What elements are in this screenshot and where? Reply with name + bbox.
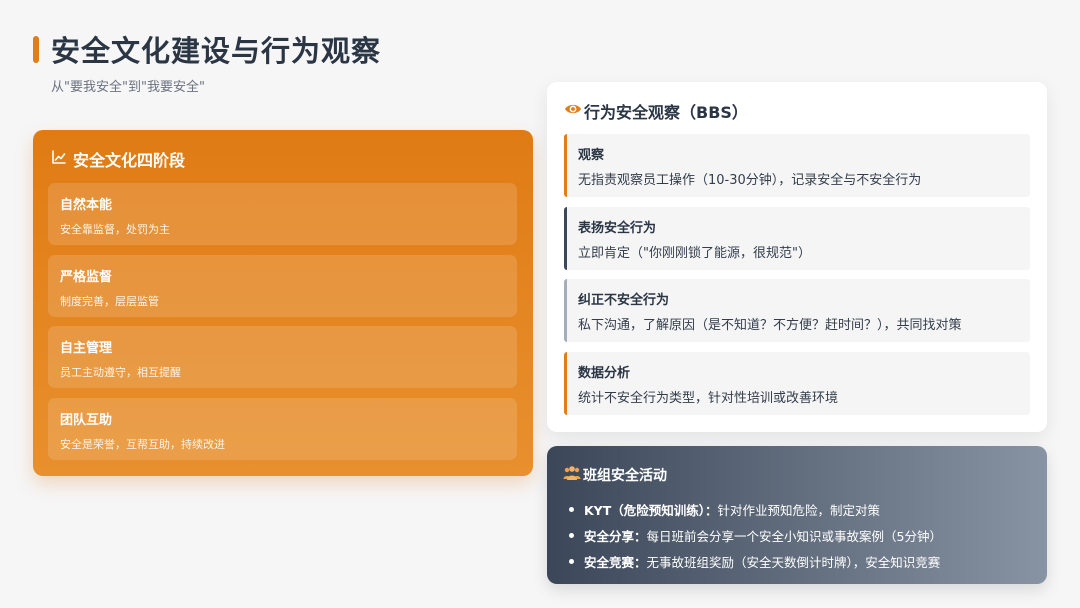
- bullet-icon: [569, 532, 574, 538]
- stage-desc: 安全靠监督，处罚为主: [60, 223, 170, 236]
- stage-item: 严格监督 制度完善，层层监管: [48, 255, 517, 317]
- bbs-item-desc: 私下沟通，了解原因（是不知道？不方便？赶时间？），共同找对策: [578, 318, 962, 333]
- bbs-title: 行为安全观察（BBS）: [584, 103, 748, 122]
- bbs-card: 行为安全观察（BBS） 观察 无指责观察员工操作（10-30分钟），记录安全与不…: [547, 82, 1047, 432]
- bbs-item-name: 数据分析: [578, 366, 631, 381]
- bbs-item-name: 观察: [578, 148, 605, 163]
- stages-title: 安全文化四阶段: [73, 151, 186, 170]
- bbs-item-desc: 统计不安全行为类型，针对性培训或改善环境: [578, 391, 839, 406]
- bbs-header: 行为安全观察（BBS）: [564, 99, 748, 123]
- bbs-item: 观察 无指责观察员工操作（10-30分钟），记录安全与不安全行为: [564, 134, 1030, 197]
- stage-name: 团队互助: [60, 413, 113, 428]
- activity-text: 针对作业预知危险，制定对策: [717, 502, 881, 518]
- activity-text: 无事故班组奖励（安全天数倒计时牌），安全知识竞赛: [646, 554, 941, 570]
- bbs-item: 表扬安全行为 立即肯定（"你刚刚锁了能源，很规范"）: [564, 207, 1030, 270]
- bbs-item-name: 纠正不安全行为: [578, 293, 670, 308]
- stage-desc: 制度完善，层层监管: [60, 295, 159, 308]
- stage-name: 严格监督: [60, 270, 113, 285]
- stages-card: 安全文化四阶段 自然本能 安全靠监督，处罚为主 严格监督 制度完善，层层监管 自…: [33, 130, 533, 476]
- eye-icon: [564, 100, 582, 122]
- bbs-item: 纠正不安全行为 私下沟通，了解原因（是不知道？不方便？赶时间？），共同找对策: [564, 279, 1030, 342]
- team-title: 班组安全活动: [583, 468, 667, 484]
- list-item: KYT（危险预知训练）： 针对作业预知危险，制定对策: [569, 496, 942, 522]
- stage-desc: 员工主动遵守，相互提醒: [60, 366, 181, 379]
- activity-key: 安全分享：: [584, 528, 647, 544]
- team-header: 班组安全活动: [563, 465, 667, 485]
- team-activity-list: KYT（危险预知训练）： 针对作业预知危险，制定对策 安全分享： 每日班前会分享…: [569, 496, 942, 574]
- stage-item: 团队互助 安全是荣誉，互帮互助，持续改进: [48, 398, 517, 460]
- bullet-icon: [569, 558, 574, 564]
- title-accent-bar: [33, 36, 39, 63]
- page-title: 安全文化建设与行为观察: [51, 34, 382, 68]
- activity-text: 每日班前会分享一个安全小知识或事故案例（5分钟）: [646, 528, 942, 544]
- team-card: 班组安全活动 KYT（危险预知训练）： 针对作业预知危险，制定对策 安全分享： …: [547, 446, 1047, 584]
- stage-name: 自然本能: [60, 198, 113, 213]
- activity-key: 安全竞赛：: [584, 554, 647, 570]
- page-subtitle: 从"要我安全"到"我要安全": [51, 80, 205, 95]
- stage-desc: 安全是荣誉，互帮互助，持续改进: [60, 438, 225, 451]
- bbs-item-desc: 立即肯定（"你刚刚锁了能源，很规范"）: [578, 246, 811, 261]
- list-item: 安全分享： 每日班前会分享一个安全小知识或事故案例（5分钟）: [569, 522, 942, 548]
- bullet-icon: [569, 506, 574, 512]
- bbs-item-name: 表扬安全行为: [578, 221, 657, 236]
- bbs-item: 数据分析 统计不安全行为类型，针对性培训或改善环境: [564, 352, 1030, 415]
- people-icon: [563, 465, 581, 485]
- activity-key: KYT（危险预知训练）：: [584, 502, 718, 518]
- stage-name: 自主管理: [60, 341, 113, 356]
- stages-header: 安全文化四阶段: [51, 148, 517, 170]
- list-item: 安全竞赛： 无事故班组奖励（安全天数倒计时牌），安全知识竞赛: [569, 548, 942, 574]
- bbs-item-desc: 无指责观察员工操作（10-30分钟），记录安全与不安全行为: [578, 173, 922, 188]
- line-chart-icon: [51, 149, 67, 169]
- stage-item: 自主管理 员工主动遵守，相互提醒: [48, 326, 517, 388]
- stage-item: 自然本能 安全靠监督，处罚为主: [48, 183, 517, 245]
